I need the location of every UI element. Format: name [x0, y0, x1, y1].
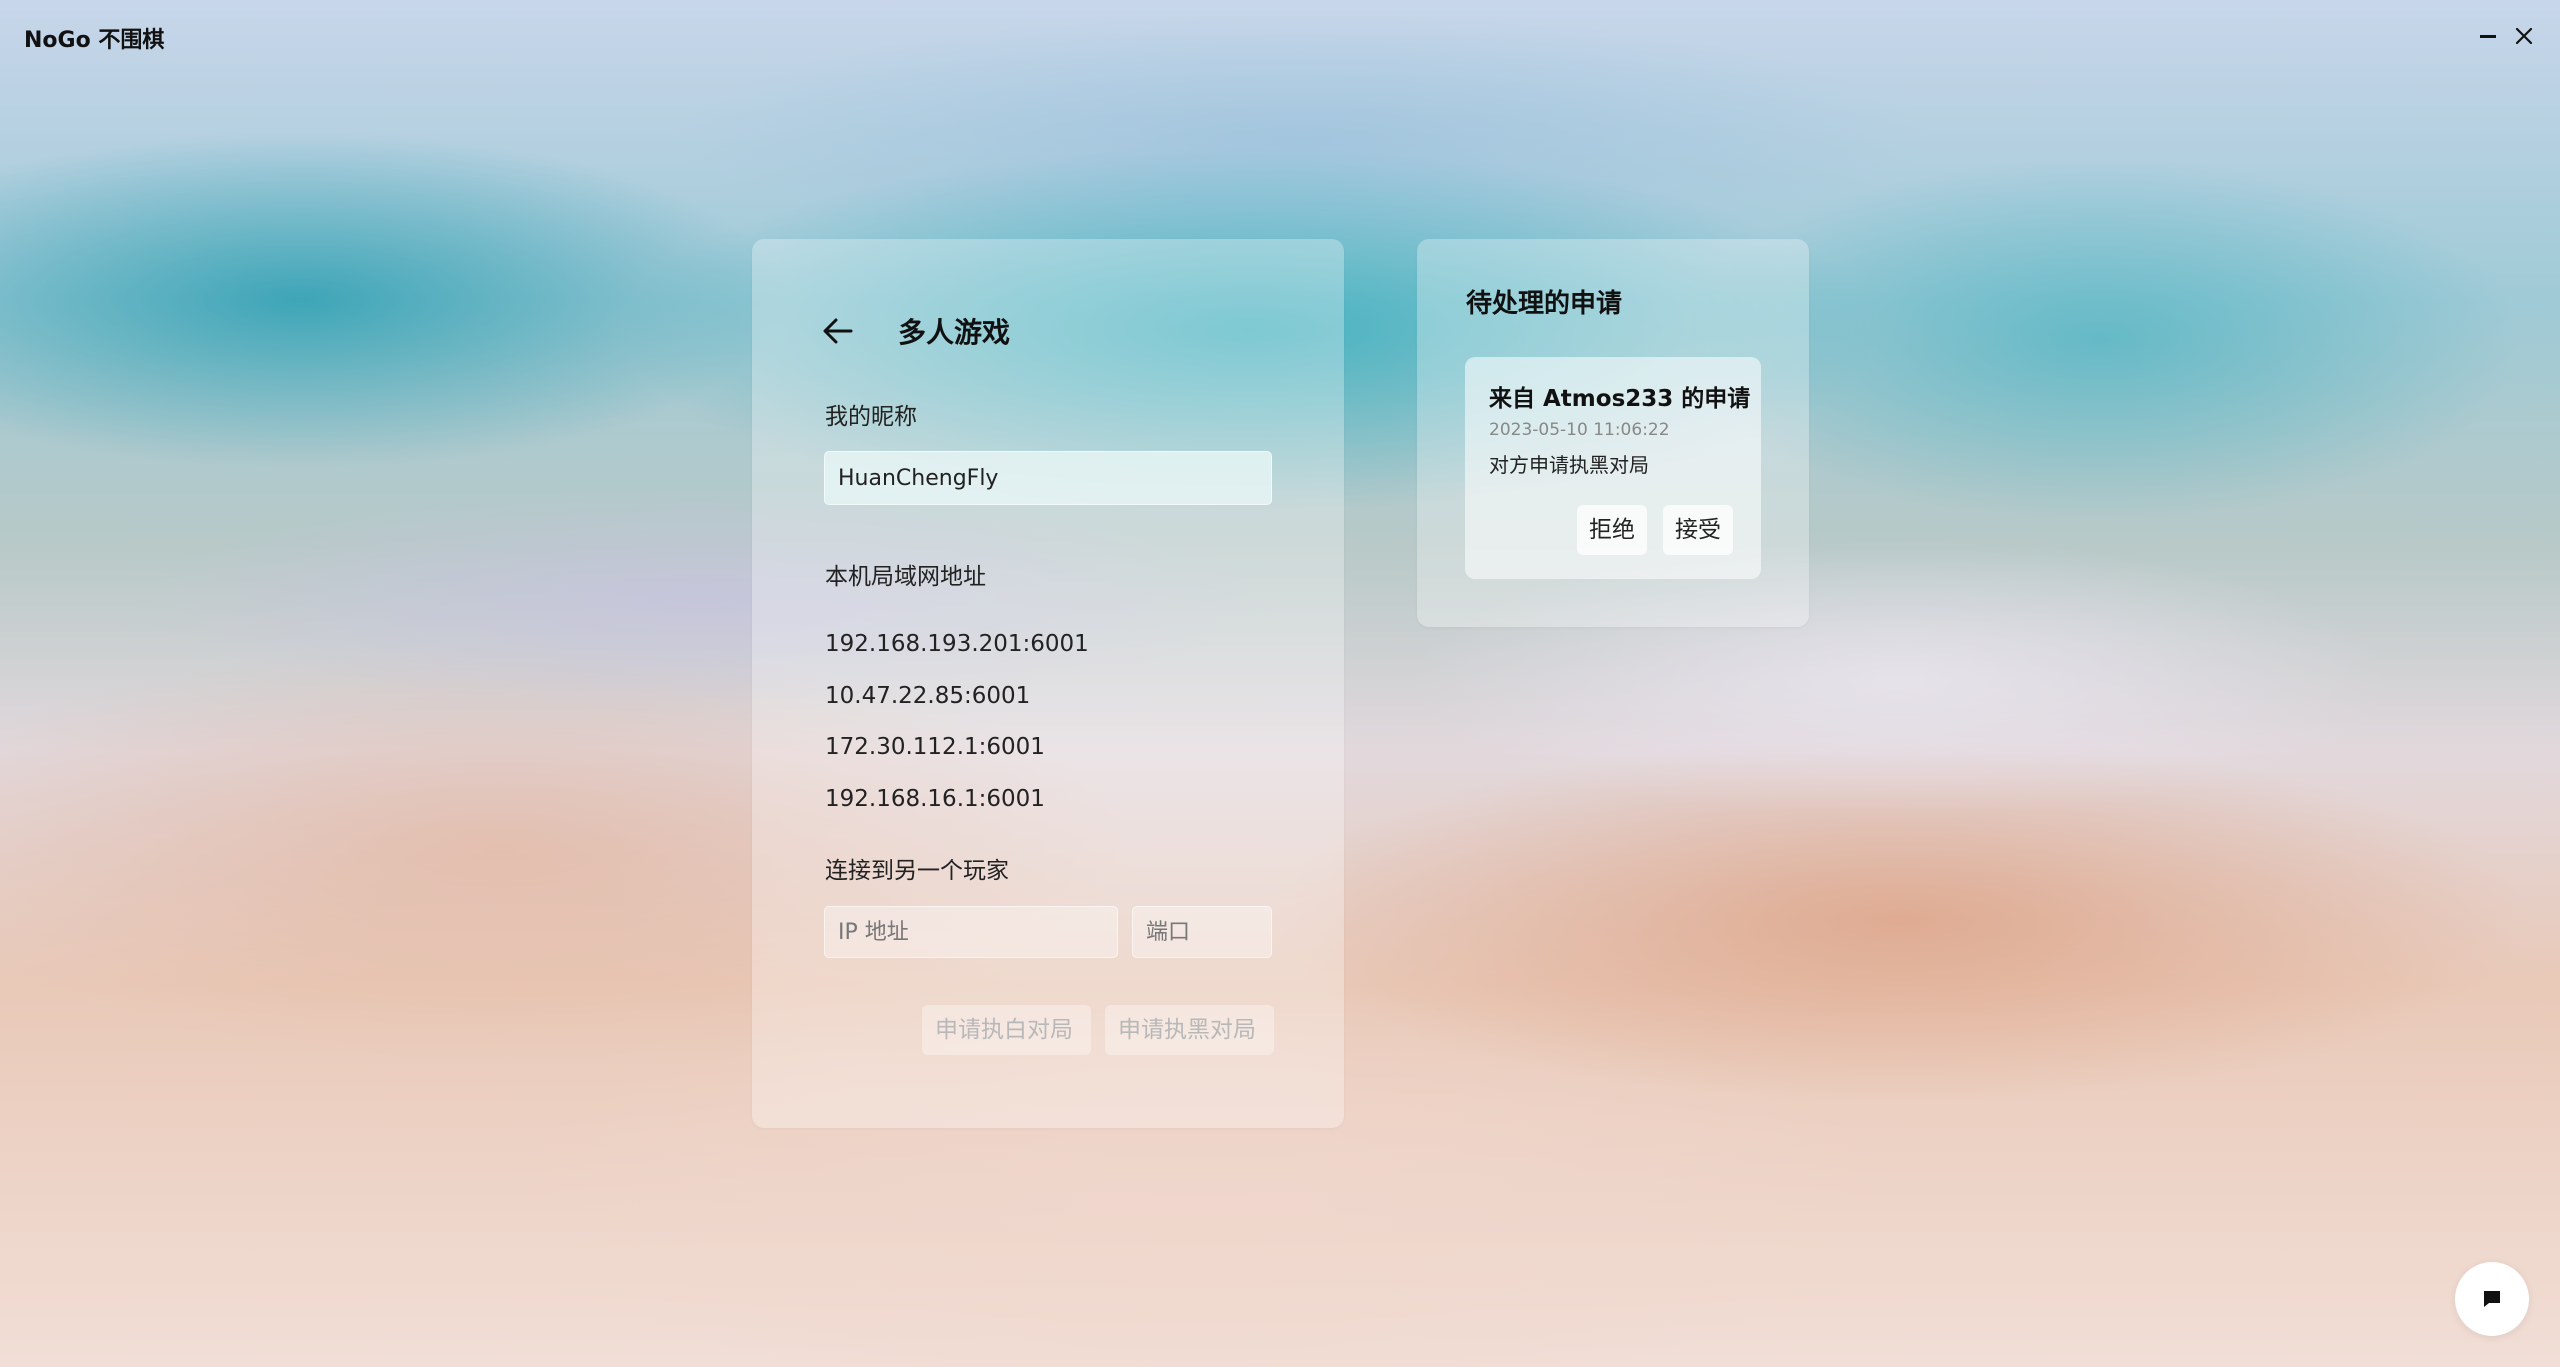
close-icon	[2515, 27, 2533, 45]
request-card: 来自 Atmos233 的申请 2023-05-10 11:06:22 对方申请…	[1465, 357, 1761, 579]
lan-address-list: 192.168.193.201:6001 10.47.22.85:6001 17…	[825, 619, 1089, 825]
lan-address-item: 172.30.112.1:6001	[825, 734, 1045, 760]
port-input[interactable]	[1132, 906, 1272, 958]
reject-button[interactable]: 拒绝	[1577, 505, 1647, 555]
multiplayer-panel: 多人游戏 我的昵称 本机局域网地址 192.168.193.201:6001 1…	[752, 239, 1344, 1128]
minimize-button[interactable]	[2470, 18, 2506, 54]
pending-requests-panel: 待处理的申请 来自 Atmos233 的申请 2023-05-10 11:06:…	[1417, 239, 1809, 627]
arrow-left-icon	[823, 318, 853, 344]
title-bar: NoGo 不围棋	[0, 0, 2560, 72]
chat-button[interactable]	[2455, 1262, 2529, 1336]
lan-address-item: 192.168.193.201:6001	[825, 631, 1089, 657]
ip-address-input[interactable]	[824, 906, 1118, 958]
lan-address-item: 10.47.22.85:6001	[825, 682, 1031, 709]
request-title: 来自 Atmos233 的申请	[1489, 386, 1751, 412]
nickname-label: 我的昵称	[825, 404, 917, 430]
accept-button[interactable]: 接受	[1663, 505, 1733, 555]
nickname-input[interactable]	[824, 451, 1272, 505]
pending-requests-title: 待处理的申请	[1466, 289, 1623, 319]
request-timestamp: 2023-05-10 11:06:22	[1489, 420, 1670, 440]
app-title: NoGo 不围棋	[24, 28, 165, 53]
request-description: 对方申请执黑对局	[1489, 453, 1649, 477]
back-button[interactable]	[818, 311, 858, 351]
chat-bubble-icon	[2484, 1291, 2500, 1307]
request-white-button[interactable]: 申请执白对局	[922, 1005, 1091, 1055]
close-button[interactable]	[2506, 18, 2542, 54]
lan-address-item: 192.168.16.1:6001	[825, 785, 1045, 812]
request-black-button[interactable]: 申请执黑对局	[1105, 1005, 1274, 1055]
minimize-icon	[2480, 34, 2496, 38]
lan-address-label: 本机局域网地址	[825, 564, 986, 590]
panel-header: 多人游戏	[818, 311, 1010, 351]
page-title: 多人游戏	[898, 316, 1011, 349]
connect-label: 连接到另一个玩家	[825, 858, 1009, 884]
